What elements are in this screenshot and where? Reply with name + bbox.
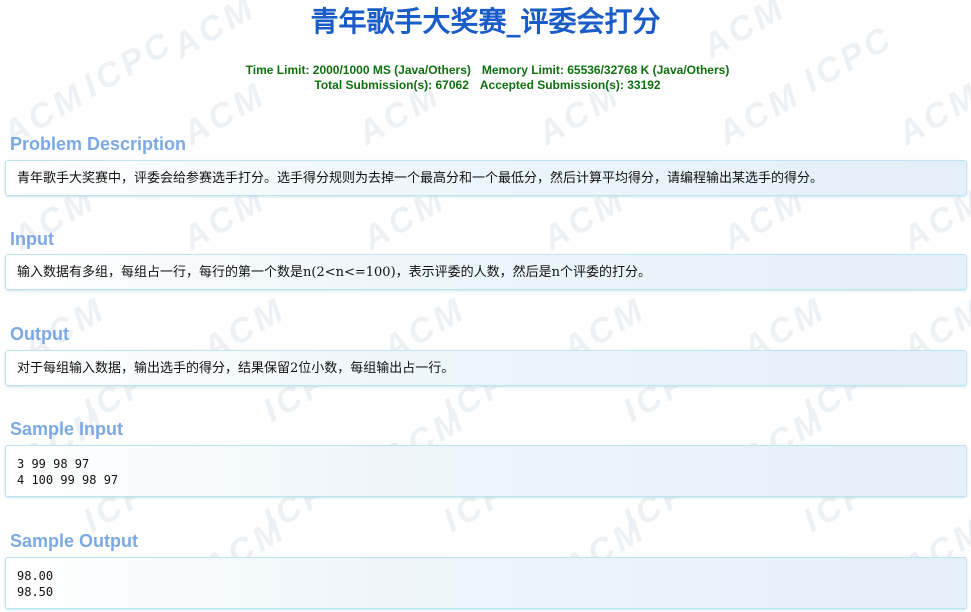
description-panel: 青年歌手大奖赛中，评委会给参赛选手打分。选手得分规则为去掉一个最高分和一个最低分…	[5, 160, 967, 196]
problem-limits: Time Limit: 2000/1000 MS (Java/Others) Me…	[0, 63, 971, 93]
sample-input-panel: 3 99 98 97 4 100 99 98 97	[5, 445, 967, 497]
output-heading: Output	[10, 324, 69, 344]
input-heading: Input	[10, 229, 54, 249]
problem-page: 青年歌手大奖赛_评委会打分 Time Limit: 2000/1000 MS (…	[0, 0, 971, 612]
sample-input-code: 3 99 98 97 4 100 99 98 97	[17, 457, 119, 487]
time-limit: Time Limit: 2000/1000 MS (Java/Others)	[245, 63, 471, 77]
description-text: 青年歌手大奖赛中，评委会给参赛选手打分。选手得分规则为去掉一个最高分和一个最低分…	[17, 171, 824, 186]
output-panel: 对于每组输入数据，输出选手的得分，结果保留2位小数，每组输出占一行。	[5, 350, 967, 386]
limits-row-2: Total Submission(s): 67062 Accepted Submi…	[0, 78, 971, 93]
accepted-submissions: Accepted Submission(s): 33192	[479, 78, 661, 92]
sample-output-panel: 98.00 98.50	[5, 557, 967, 609]
sample-output-code: 98.00 98.50	[17, 569, 54, 599]
total-submissions: Total Submission(s): 67062	[314, 78, 469, 92]
output-text: 对于每组输入数据，输出选手的得分，结果保留2位小数，每组输出占一行。	[17, 361, 455, 376]
input-panel: 输入数据有多组，每组占一行，每行的第一个数是n(2<n<=100)，表示评委的人…	[5, 254, 967, 290]
sample-input-heading: Sample Input	[10, 419, 124, 439]
limits-row-1: Time Limit: 2000/1000 MS (Java/Others) Me…	[0, 63, 971, 78]
description-heading: Problem Description	[10, 134, 187, 154]
problem-title: 青年歌手大奖赛_评委会打分	[310, 5, 661, 38]
memory-limit: Memory Limit: 65536/32768 K (Java/Others…	[481, 63, 730, 77]
input-text: 输入数据有多组，每组占一行，每行的第一个数是n(2<n<=100)，表示评委的人…	[17, 265, 652, 280]
sample-output-heading: Sample Output	[10, 531, 139, 551]
